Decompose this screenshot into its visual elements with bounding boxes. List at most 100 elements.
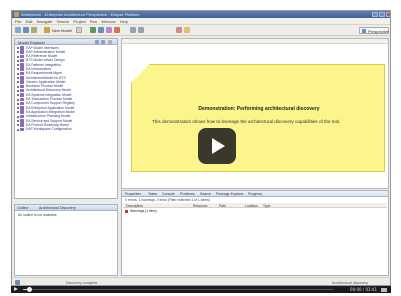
- menu-file[interactable]: File: [15, 19, 21, 24]
- tab-package-explorer[interactable]: Package Explorer: [216, 192, 244, 196]
- link-editor-icon[interactable]: [101, 40, 105, 44]
- column-type[interactable]: Type: [263, 204, 270, 208]
- run-icon[interactable]: [76, 27, 82, 33]
- new-model-icon[interactable]: [44, 27, 50, 33]
- toolbar: New Model Perspective: [12, 25, 390, 36]
- window-title: Workbench - Enterprise Architecture Pers…: [21, 12, 140, 17]
- expand-icon[interactable]: [17, 47, 19, 49]
- model-folder-icon: [20, 127, 24, 132]
- tab-console[interactable]: Console: [162, 192, 175, 196]
- tree-item[interactable]: EAP Workspace Configuration: [15, 127, 117, 132]
- model-folder-icon: [20, 93, 24, 97]
- fast-view-icon[interactable]: [15, 280, 20, 285]
- close-icon[interactable]: [386, 12, 390, 17]
- outline-tab-bar: Outline Architectural Discovery: [15, 205, 117, 211]
- expand-icon[interactable]: [17, 124, 19, 127]
- tab-tasks[interactable]: Tasks: [148, 192, 157, 196]
- stop-icon[interactable]: [176, 27, 182, 33]
- menu-search[interactable]: Search: [57, 19, 70, 24]
- note-corner: [131, 65, 149, 83]
- menu-project[interactable]: Project: [73, 19, 85, 24]
- seek-handle[interactable]: [27, 287, 33, 292]
- model-folder-icon: [20, 106, 24, 110]
- expand-icon[interactable]: [17, 64, 19, 67]
- tab-properties[interactable]: Properties: [125, 192, 141, 196]
- debug-icon[interactable]: [90, 27, 96, 33]
- expand-icon[interactable]: [17, 98, 19, 101]
- video-play-icon[interactable]: [14, 287, 18, 291]
- model-folder-icon: [20, 119, 24, 123]
- column-location[interactable]: Location: [245, 204, 258, 208]
- model-folder-icon: [20, 80, 24, 84]
- open-type-icon[interactable]: [106, 27, 112, 33]
- expand-icon[interactable]: [17, 128, 19, 131]
- expand-icon[interactable]: [17, 102, 19, 105]
- problems-summary: 0 errors, 1 warnings, 0 infos (Filter ma…: [125, 198, 210, 202]
- new-icon[interactable]: [15, 27, 21, 33]
- model-folder-icon: [20, 110, 24, 114]
- menu-edit[interactable]: Edit: [26, 19, 33, 24]
- model-folder-icon: [20, 88, 24, 93]
- menu-run[interactable]: Run: [90, 19, 97, 24]
- save-icon[interactable]: [23, 27, 29, 33]
- perspective-switcher[interactable]: Perspective: [359, 27, 389, 34]
- forward-icon[interactable]: [138, 27, 144, 33]
- volume-icon[interactable]: [381, 287, 387, 292]
- column-resource[interactable]: Resource: [193, 204, 208, 208]
- menu-window[interactable]: Window: [101, 19, 115, 24]
- expand-icon[interactable]: [17, 115, 19, 118]
- tab-problems[interactable]: Problems: [180, 192, 195, 196]
- search-icon[interactable]: [98, 27, 104, 33]
- tab-progress[interactable]: Progress: [248, 192, 262, 196]
- expand-icon[interactable]: [17, 111, 19, 114]
- menu-bar: File Edit Navigate Search Project Run Wi…: [12, 18, 390, 25]
- status-bar: Discovery complete Architectural discove…: [12, 277, 390, 285]
- model-folder-icon: [20, 114, 24, 119]
- expand-icon[interactable]: [17, 51, 19, 54]
- play-button[interactable]: [198, 128, 236, 164]
- model-folder-icon: [20, 84, 24, 89]
- bookmark-icon[interactable]: [184, 27, 190, 33]
- collapse-all-icon[interactable]: [95, 40, 99, 44]
- model-folder-icon: [20, 63, 24, 67]
- back-icon[interactable]: [130, 27, 136, 33]
- expand-icon[interactable]: [17, 120, 19, 123]
- minimize-icon[interactable]: [372, 12, 378, 17]
- video-time: 00:00 / 03:41: [350, 287, 377, 292]
- note-description: This demonstration shows how to leverage…: [152, 119, 341, 124]
- expand-icon[interactable]: [17, 72, 19, 75]
- expand-icon[interactable]: [17, 59, 19, 62]
- expand-icon[interactable]: [17, 85, 19, 88]
- seek-bar[interactable]: [23, 289, 333, 290]
- discover-icon[interactable]: [114, 27, 120, 33]
- model-folder-icon: [20, 67, 24, 71]
- model-explorer-tab-label: Model Explorer: [18, 40, 45, 45]
- new-model-button[interactable]: New Model: [52, 28, 72, 33]
- maximize-icon[interactable]: [379, 12, 385, 17]
- tab-outline[interactable]: Outline: [17, 206, 28, 210]
- print-icon[interactable]: [31, 27, 37, 33]
- expand-icon[interactable]: [17, 89, 19, 92]
- expand-icon[interactable]: [17, 55, 19, 58]
- column-description[interactable]: Description: [126, 204, 143, 208]
- tab-search[interactable]: Search: [200, 192, 211, 196]
- model-folder-icon: [20, 58, 24, 63]
- expand-icon[interactable]: [17, 77, 19, 80]
- expand-icon[interactable]: [17, 81, 19, 84]
- expand-icon[interactable]: [17, 68, 19, 71]
- perspective-icon: [362, 29, 366, 33]
- tab-architectural-discovery[interactable]: Architectural Discovery: [39, 206, 76, 210]
- menu-navigate[interactable]: Navigate: [37, 19, 53, 24]
- expand-icon[interactable]: [17, 107, 19, 110]
- table-row[interactable]: Warnings (1 item): [125, 209, 157, 213]
- model-folder-icon: [20, 71, 24, 76]
- play-icon: [212, 138, 225, 154]
- column-path[interactable]: Path: [219, 204, 226, 208]
- menu-help[interactable]: Help: [120, 19, 128, 24]
- results-tab-bar: Properties Tasks Console Problems Search…: [122, 191, 388, 197]
- title-bar: Workbench - Enterprise Architecture Pers…: [12, 11, 390, 18]
- model-explorer-tab[interactable]: Model Explorer: [15, 39, 117, 45]
- model-explorer-panel: Model Explorer EAP Model Interfaces EAP …: [14, 38, 118, 199]
- expand-icon[interactable]: [17, 94, 19, 97]
- view-menu-icon[interactable]: [108, 40, 112, 44]
